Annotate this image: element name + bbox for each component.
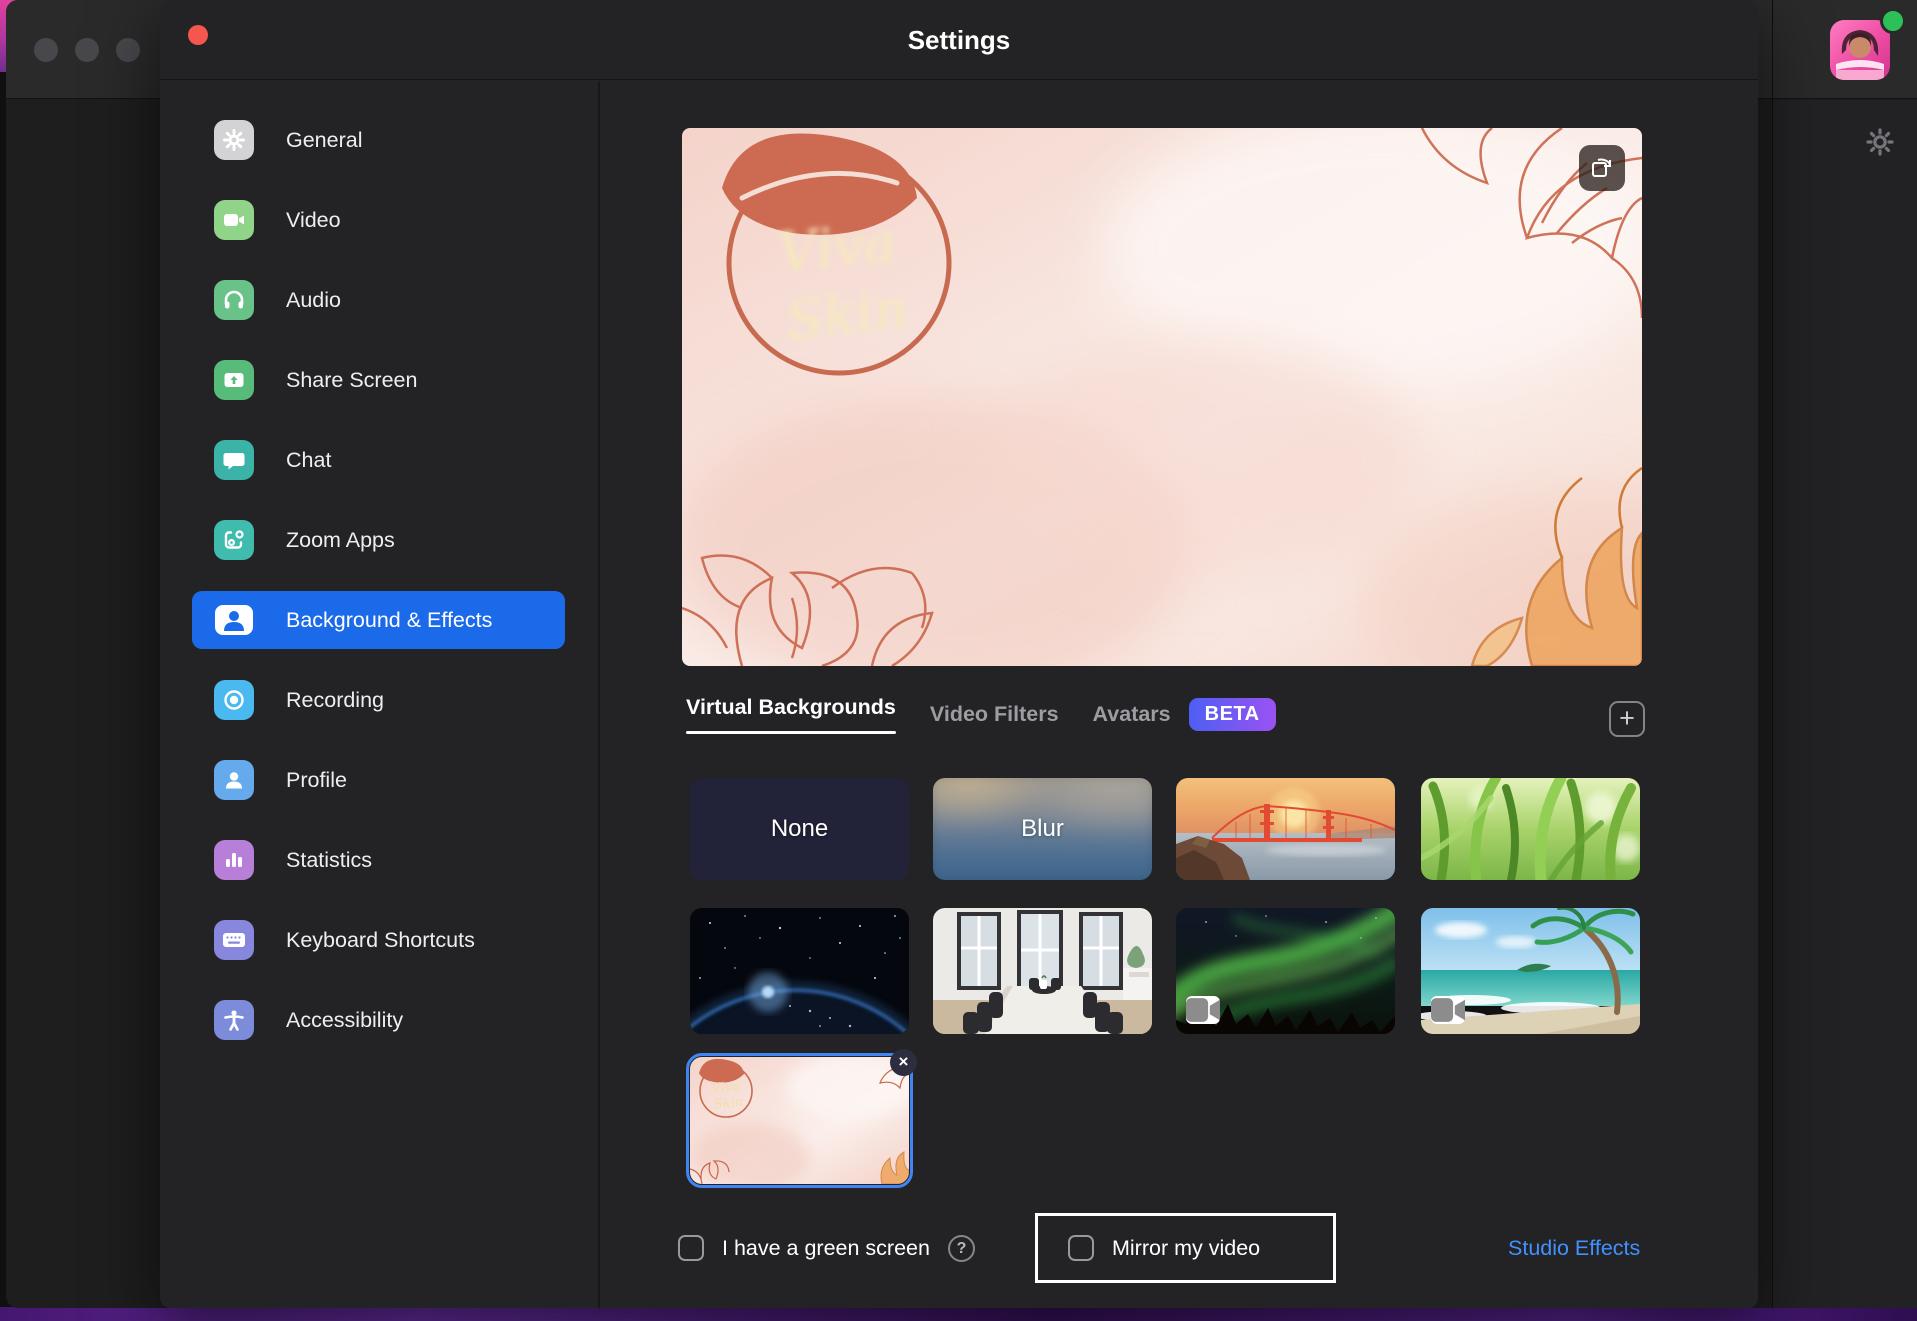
sidebar-item-label: Audio bbox=[286, 288, 341, 313]
custom-background-image: Viva Skin bbox=[690, 1057, 909, 1184]
sidebar-item-label: Zoom Apps bbox=[286, 528, 395, 553]
conference-room-image bbox=[933, 908, 1152, 1034]
golden-gate-image bbox=[1176, 778, 1395, 880]
background-tile-custom-viva-skin-selected[interactable]: Viva Skin × bbox=[686, 1053, 913, 1188]
green-screen-checkbox[interactable] bbox=[678, 1235, 704, 1261]
video-preview: Viva Skin bbox=[682, 128, 1642, 666]
sidebar-item-statistics[interactable]: Statistics bbox=[192, 831, 565, 889]
tile-label: Blur bbox=[933, 778, 1152, 880]
mirror-video-checkbox[interactable] bbox=[1068, 1235, 1094, 1261]
delete-background-button[interactable]: × bbox=[890, 1049, 917, 1076]
background-tile-conference-room[interactable] bbox=[933, 908, 1152, 1034]
viva-skin-background-image: Viva Skin bbox=[682, 128, 1642, 666]
sidebar-item-recording[interactable]: Recording bbox=[192, 671, 565, 729]
sidebar-item-label: Share Screen bbox=[286, 368, 417, 393]
settings-sidebar: General Video Audio Share Screen bbox=[160, 81, 600, 1308]
speech-bubble-icon bbox=[214, 440, 254, 480]
wallpaper-bottom-strip bbox=[0, 1307, 1917, 1321]
tab-avatars[interactable]: Avatars BETA bbox=[1093, 698, 1276, 731]
sidebar-item-label: Background & Effects bbox=[286, 608, 492, 633]
page-title: Settings bbox=[160, 0, 1758, 80]
settings-gear-button[interactable] bbox=[1862, 124, 1898, 160]
background-tile-aurora[interactable] bbox=[1176, 908, 1395, 1034]
background-tabs: Virtual Backgrounds Video Filters Avatar… bbox=[686, 695, 1276, 734]
sidebar-item-label: Video bbox=[286, 208, 341, 233]
green-screen-control: I have a green screen ? bbox=[678, 1213, 975, 1283]
sidebar-item-video[interactable]: Video bbox=[192, 191, 565, 249]
background-tile-earth-from-space[interactable] bbox=[690, 908, 909, 1034]
svg-text:Viva: Viva bbox=[711, 1079, 741, 1097]
sidebar-item-chat[interactable]: Chat bbox=[192, 431, 565, 489]
gear-icon bbox=[1865, 127, 1895, 157]
person-frame-icon bbox=[214, 600, 254, 640]
add-background-button[interactable]: + bbox=[1609, 701, 1645, 737]
sidebar-item-general[interactable]: General bbox=[192, 111, 565, 169]
screen: Settings General Video Audio bbox=[0, 0, 1917, 1321]
beta-badge: BETA bbox=[1189, 698, 1276, 731]
video-camera-icon bbox=[214, 200, 254, 240]
video-background-badge bbox=[1186, 996, 1220, 1024]
grass-image bbox=[1421, 778, 1640, 880]
zoom-window-dot[interactable] bbox=[116, 38, 140, 62]
sidebar-item-label: Chat bbox=[286, 448, 331, 473]
person-icon bbox=[214, 760, 254, 800]
sidebar-item-label: Profile bbox=[286, 768, 347, 793]
gear-icon bbox=[214, 120, 254, 160]
rotate-preview-button[interactable] bbox=[1579, 145, 1625, 191]
minimize-window-dot[interactable] bbox=[75, 38, 99, 62]
sidebar-item-label: Recording bbox=[286, 688, 384, 713]
sidebar-item-label: Accessibility bbox=[286, 1008, 403, 1033]
logo-text-line2: Skin bbox=[783, 277, 911, 352]
avatar[interactable] bbox=[1830, 20, 1890, 80]
tile-label: None bbox=[690, 778, 909, 880]
background-tile-golden-gate-bridge[interactable] bbox=[1176, 778, 1395, 880]
sidebar-item-zoom-apps[interactable]: Zoom Apps bbox=[192, 511, 565, 569]
sidebar-item-share-screen[interactable]: Share Screen bbox=[192, 351, 565, 409]
window-traffic-lights[interactable] bbox=[34, 38, 140, 62]
sidebar-item-label: Keyboard Shortcuts bbox=[286, 928, 475, 953]
tab-video-filters[interactable]: Video Filters bbox=[930, 702, 1059, 727]
logo-text-line1: Viva bbox=[775, 210, 899, 285]
studio-effects-link[interactable]: Studio Effects bbox=[1508, 1213, 1640, 1283]
apps-icon bbox=[214, 520, 254, 560]
close-window-dot[interactable] bbox=[34, 38, 58, 62]
video-background-badge bbox=[1431, 996, 1465, 1024]
background-tile-beach-palm-tree[interactable] bbox=[1421, 908, 1640, 1034]
sidebar-item-keyboard-shortcuts[interactable]: Keyboard Shortcuts bbox=[192, 911, 565, 969]
keyboard-icon bbox=[214, 920, 254, 960]
settings-titlebar: Settings bbox=[160, 0, 1758, 80]
help-icon[interactable]: ? bbox=[948, 1235, 975, 1262]
rotate-icon bbox=[1589, 155, 1615, 181]
settings-window: Settings General Video Audio bbox=[160, 0, 1758, 1308]
sidebar-item-background-effects[interactable]: Background & Effects bbox=[192, 591, 565, 649]
mirror-video-control-highlighted: Mirror my video bbox=[1035, 1213, 1336, 1283]
video-camera-icon bbox=[1431, 996, 1465, 1024]
sidebar-item-label: Statistics bbox=[286, 848, 372, 873]
background-tile-none[interactable]: None bbox=[690, 778, 909, 880]
headphones-icon bbox=[214, 280, 254, 320]
background-tile-blur[interactable]: Blur bbox=[933, 778, 1152, 880]
accessibility-person-icon bbox=[214, 1000, 254, 1040]
green-screen-label: I have a green screen bbox=[722, 1236, 930, 1261]
record-circle-icon bbox=[214, 680, 254, 720]
sidebar-item-profile[interactable]: Profile bbox=[192, 751, 565, 809]
share-screen-icon bbox=[214, 360, 254, 400]
online-status-dot bbox=[1880, 8, 1906, 34]
sidebar-item-accessibility[interactable]: Accessibility bbox=[192, 991, 565, 1049]
avatar-image bbox=[1830, 20, 1890, 80]
background-effects-panel: Viva Skin Virtual Backgrounds Video Filt… bbox=[602, 81, 1758, 1308]
tab-avatars-label: Avatars bbox=[1093, 702, 1171, 727]
svg-text:Skin: Skin bbox=[713, 1095, 744, 1113]
sidebar-item-audio[interactable]: Audio bbox=[192, 271, 565, 329]
tab-virtual-backgrounds[interactable]: Virtual Backgrounds bbox=[686, 695, 896, 734]
earth-space-image bbox=[690, 908, 909, 1034]
right-panel bbox=[1773, 100, 1917, 1308]
sidebar-item-label: General bbox=[286, 128, 363, 153]
background-tile-grass[interactable] bbox=[1421, 778, 1640, 880]
video-camera-icon bbox=[1186, 996, 1220, 1024]
mirror-video-label: Mirror my video bbox=[1112, 1236, 1260, 1261]
bar-chart-icon bbox=[214, 840, 254, 880]
